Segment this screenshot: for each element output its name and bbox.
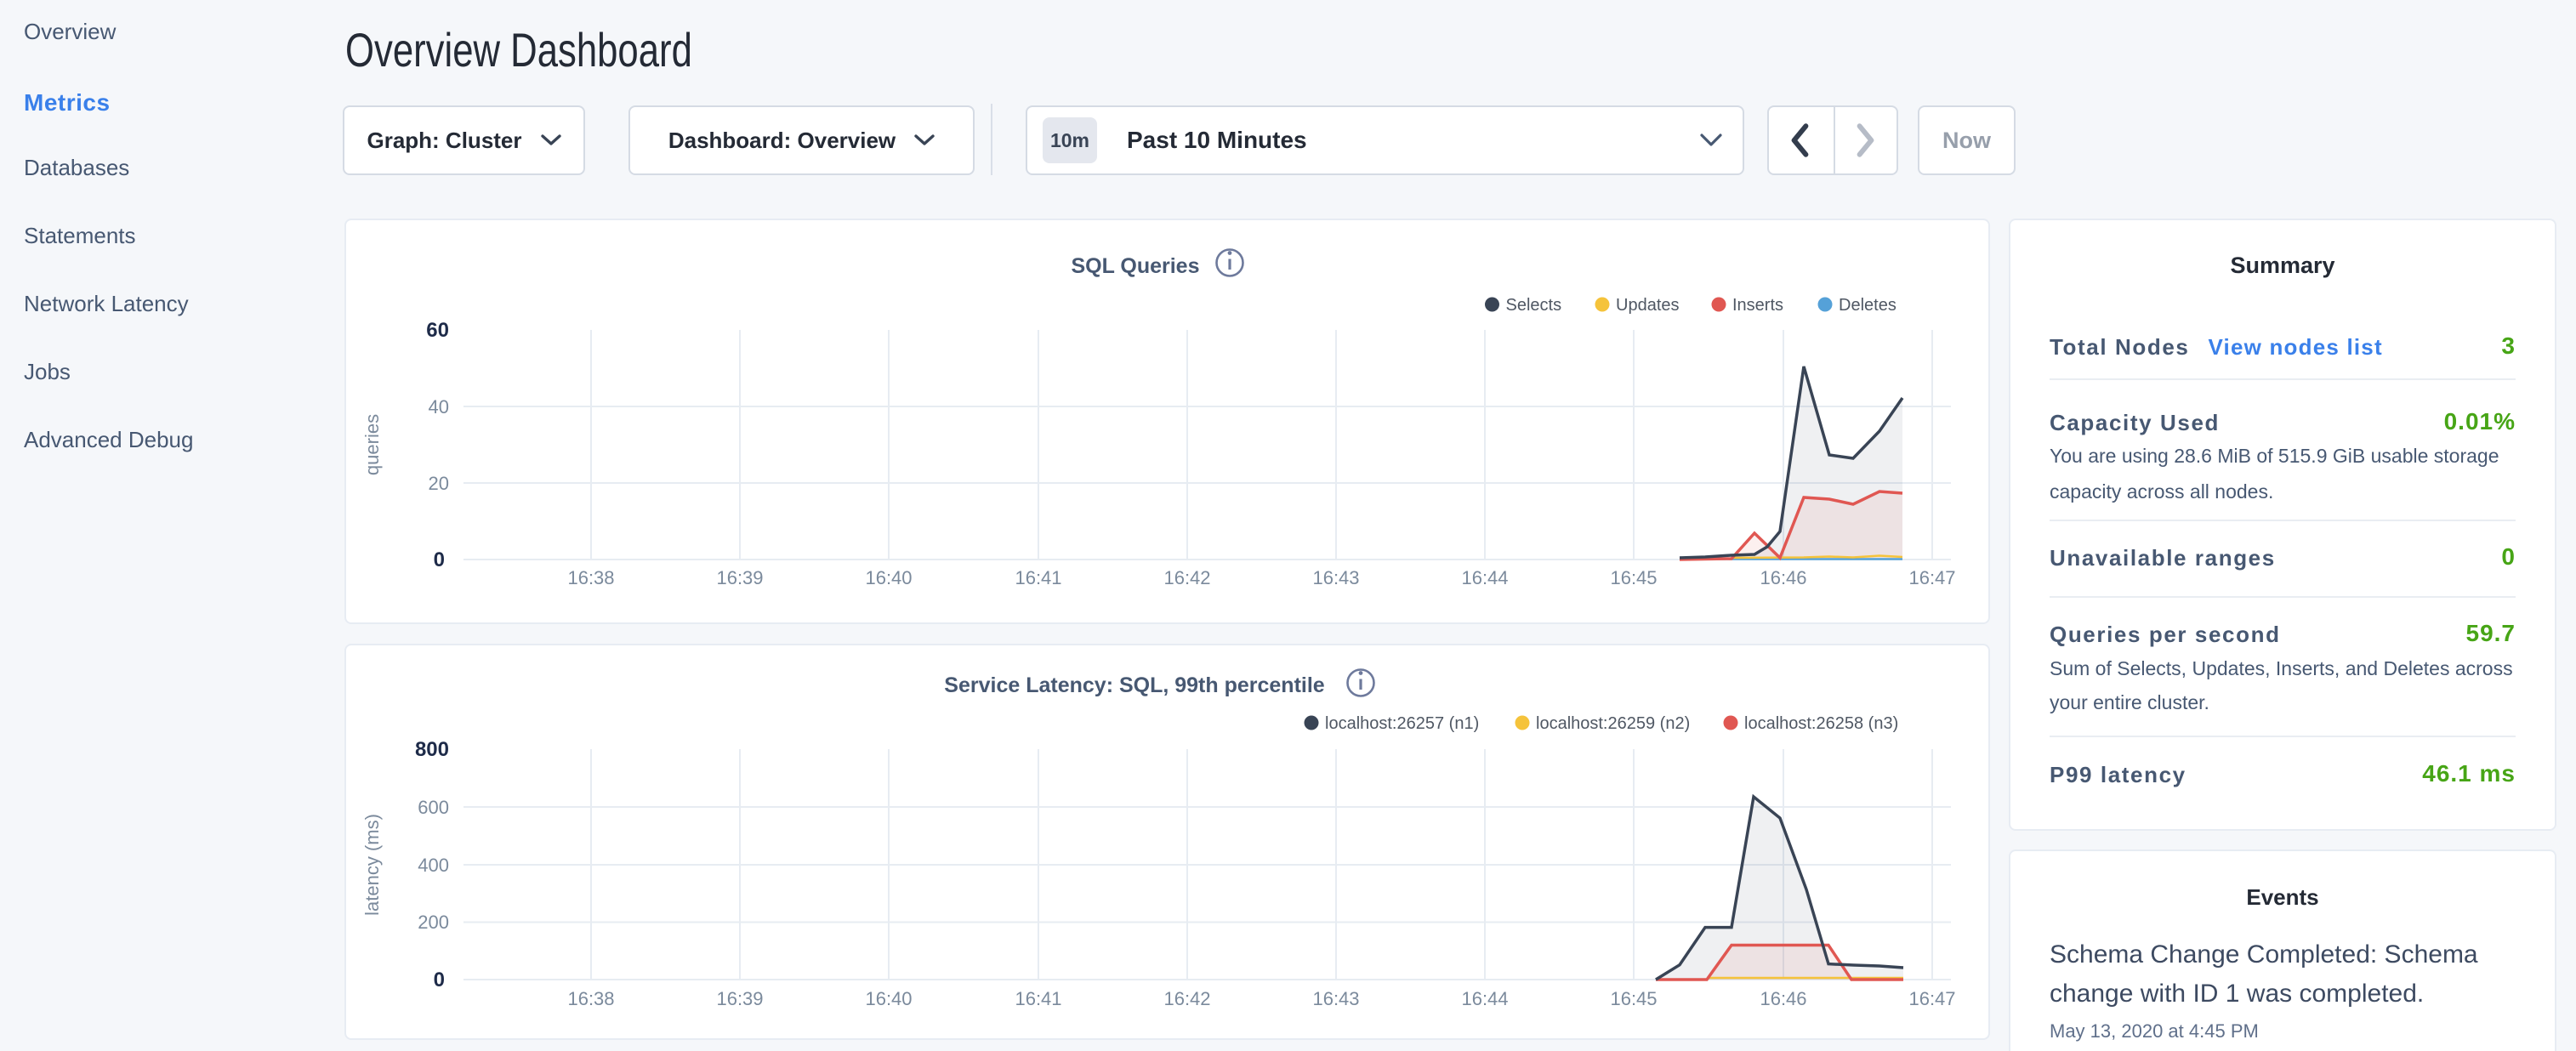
svg-text:16:46: 16:46 [1760,567,1806,588]
svg-text:16:39: 16:39 [716,567,763,588]
svg-text:16:44: 16:44 [1461,988,1508,1009]
svg-text:SQL Queries: SQL Queries [1072,254,1200,278]
svg-text:queries: queries [361,414,383,475]
svg-text:16:42: 16:42 [1163,567,1210,588]
svg-text:16:39: 16:39 [716,988,763,1009]
svg-text:localhost:26257 (n1): localhost:26257 (n1) [1325,714,1479,733]
svg-text:16:43: 16:43 [1312,988,1359,1009]
svg-text:40: 40 [429,396,449,418]
svg-text:16:43: 16:43 [1312,567,1359,588]
svg-text:60: 60 [426,319,449,342]
svg-text:16:41: 16:41 [1015,567,1061,588]
svg-text:16:47: 16:47 [1908,988,1955,1009]
svg-text:800: 800 [415,738,449,761]
svg-text:16:47: 16:47 [1908,567,1955,588]
svg-text:0: 0 [434,548,445,571]
svg-text:16:42: 16:42 [1163,988,1210,1009]
svg-text:16:44: 16:44 [1461,567,1508,588]
svg-text:16:46: 16:46 [1760,988,1806,1009]
svg-text:400: 400 [418,855,449,876]
svg-text:16:45: 16:45 [1610,567,1657,588]
svg-text:Deletes: Deletes [1839,296,1896,315]
svg-text:16:41: 16:41 [1015,988,1061,1009]
svg-text:Updates: Updates [1616,296,1680,315]
svg-text:Inserts: Inserts [1732,296,1783,315]
svg-text:0: 0 [434,969,445,991]
svg-text:localhost:26258 (n3): localhost:26258 (n3) [1744,714,1898,733]
svg-text:20: 20 [429,473,449,494]
svg-text:600: 600 [418,797,449,818]
svg-text:Selects: Selects [1506,296,1562,315]
svg-text:16:40: 16:40 [865,567,912,588]
svg-text:16:38: 16:38 [567,988,614,1009]
svg-text:latency (ms): latency (ms) [361,814,383,916]
svg-text:16:45: 16:45 [1610,988,1657,1009]
svg-text:Service Latency: SQL, 99th per: Service Latency: SQL, 99th percentile [944,673,1324,697]
svg-text:16:38: 16:38 [567,567,614,588]
svg-text:200: 200 [418,912,449,933]
svg-text:16:40: 16:40 [865,988,912,1009]
svg-text:localhost:26259 (n2): localhost:26259 (n2) [1536,714,1690,733]
